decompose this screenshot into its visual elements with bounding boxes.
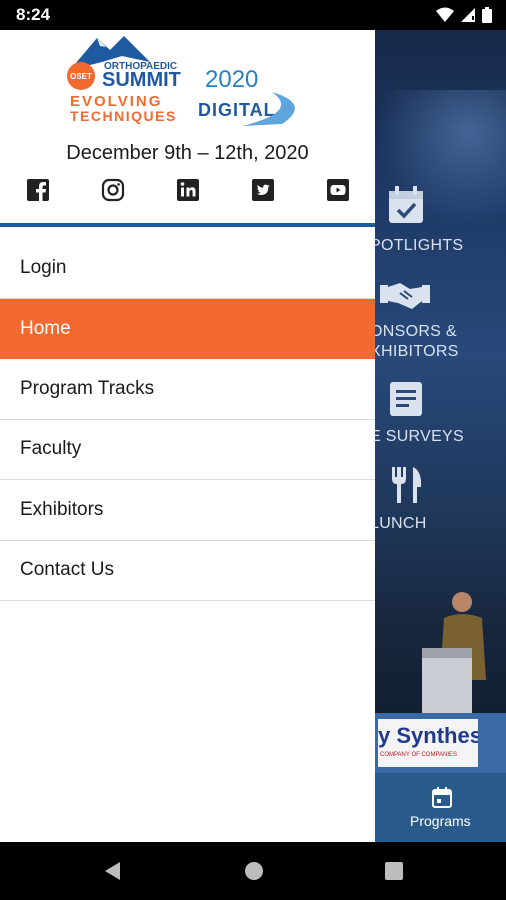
back-icon[interactable] [103,861,123,881]
recents-icon[interactable] [384,861,404,881]
menu-item-exhibitors[interactable]: Exhibitors [0,480,375,541]
logo-badge: OSET [70,72,92,81]
bottom-nav-label: Programs [410,813,471,829]
drawer-menu: Login Home Program Tracks Faculty Exhibi… [0,238,375,601]
tile-label: POTLIGHTS [370,237,464,254]
menu-item-label: Contact Us [20,559,114,581]
tile-sponsors-exhibitors[interactable]: ONSORS & XHIBITORS [370,275,506,365]
summit-logo: OSET ORTHOPAEDIC SUMMIT 2020 EVOLVING TE… [67,36,295,126]
document-icon [390,382,422,416]
menu-item-label: Program Tracks [20,377,155,399]
fork-knife-icon [392,467,422,503]
menu-item-login[interactable]: Login [0,238,375,299]
facebook-icon[interactable] [26,178,50,202]
tile-label: LUNCH [370,515,427,532]
sponsor-subtext: COMPANY OF COMPANIES [380,752,458,758]
calendar-icon [432,787,452,808]
status-time: 8:24 [16,5,51,24]
drawer-divider [0,223,375,227]
calendar-check-icon [389,186,423,223]
sponsor-text: y Synthes [378,723,478,748]
menu-item-label: Home [20,317,71,339]
bottom-nav-programs[interactable]: Programs [375,773,506,842]
logo-year: 2020 [205,66,258,93]
menu-item-contact-us[interactable]: Contact Us [0,541,375,601]
menu-item-label: Faculty [20,438,82,460]
menu-item-home[interactable]: Home [0,298,375,359]
menu-item-label: Exhibitors [20,498,104,520]
menu-item-program-tracks[interactable]: Program Tracks [0,359,375,420]
speaker-photo [422,592,486,720]
sponsor-logo: y Synthes COMPANY OF COMPANIES [378,719,478,767]
tile-lunch[interactable]: LUNCH [370,465,506,540]
system-nav-bar [0,842,506,900]
tile-label: E SURVEYS [370,428,464,445]
sponsor-banner[interactable]: y Synthes COMPANY OF COMPANIES [375,713,506,773]
linkedin-icon[interactable] [176,178,200,202]
home-icon[interactable] [244,861,264,881]
menu-item-faculty[interactable]: Faculty [0,420,375,480]
tile-spotlights[interactable]: POTLIGHTS [370,185,506,265]
logo-tag-digital: DIGITAL [198,100,276,120]
status-bar: 8:24 [0,0,506,30]
twitter-icon[interactable] [251,178,275,202]
wifi-icon [436,7,454,22]
signal-icon [461,8,475,22]
logo-line-main: SUMMIT [102,69,181,91]
tile-label-2: XHIBITORS [370,343,459,360]
logo-tag-techniques: TECHNIQUES [70,108,177,124]
navigation-drawer: OSET ORTHOPAEDIC SUMMIT 2020 EVOLVING TE… [0,30,375,842]
status-icons [436,7,492,23]
tile-label: ONSORS & [370,323,457,340]
battery-icon [482,7,492,23]
event-dates: December 9th – 12th, 2020 [66,142,309,164]
menu-item-label: Login [20,256,67,278]
youtube-icon[interactable] [326,178,350,202]
instagram-icon[interactable] [101,178,125,202]
tile-surveys[interactable]: E SURVEYS [370,380,506,455]
handshake-icon [380,283,430,309]
